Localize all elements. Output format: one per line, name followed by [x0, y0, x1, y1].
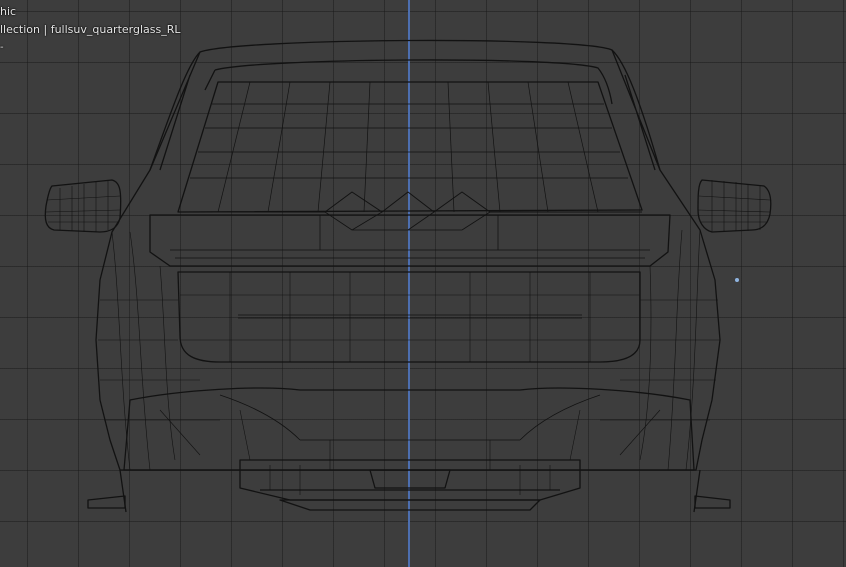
spoiler-edge — [178, 191, 642, 213]
object-origin-point[interactable] — [735, 278, 739, 282]
3d-viewport[interactable]: hic llection | fullsuv_quarterglass_RL - — [0, 0, 846, 567]
roof-outline — [95, 39, 721, 471]
bumper — [123, 387, 695, 471]
diffuser — [239, 459, 581, 501]
plate-recess — [177, 271, 641, 363]
right-skirt — [694, 495, 731, 509]
left-mirror — [44, 179, 122, 233]
car-wireframe-mesh[interactable] — [0, 0, 846, 567]
view-name-label: hic — [0, 5, 17, 18]
left-skirt — [87, 495, 126, 509]
collection-object-label: llection | fullsuv_quarterglass_RL — [0, 23, 181, 36]
overlay-extra-label: - — [0, 42, 4, 53]
